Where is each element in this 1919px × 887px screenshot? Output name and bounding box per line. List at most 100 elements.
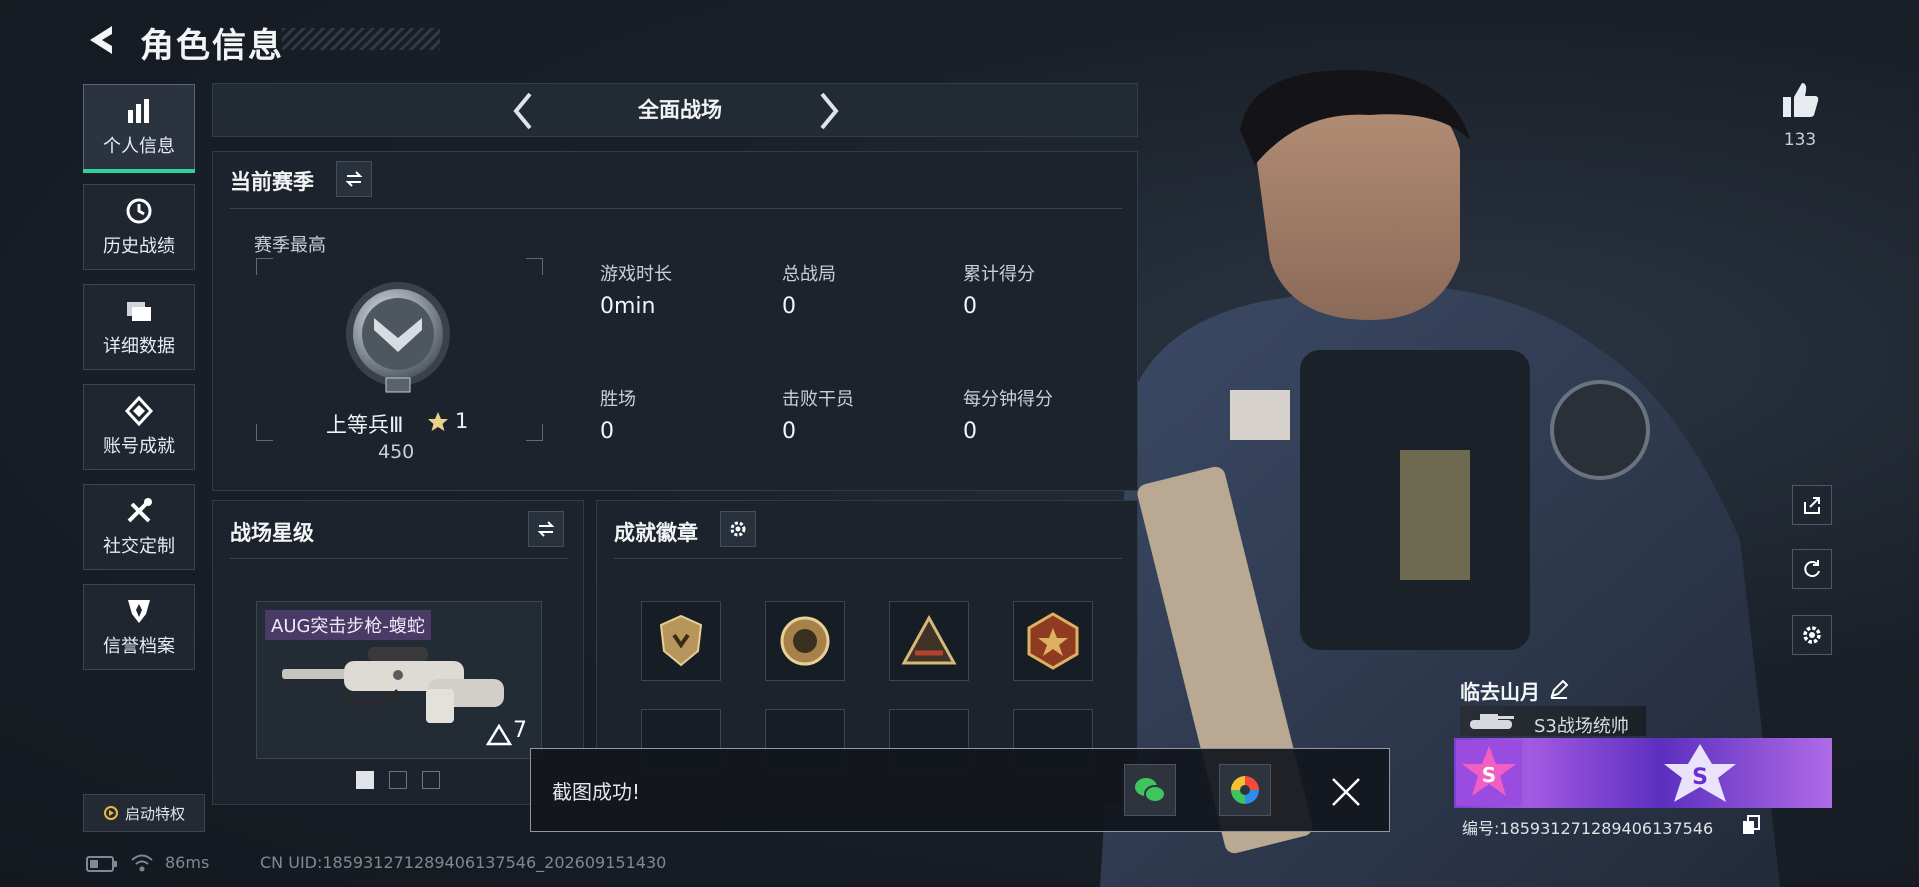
wechat-icon — [1135, 778, 1166, 803]
sidebar-item-profile[interactable]: 个人信息 — [83, 84, 195, 170]
badges-settings-button[interactable] — [720, 511, 756, 547]
rank-name: 上等兵Ⅲ — [326, 413, 404, 437]
page-dot[interactable] — [389, 771, 407, 789]
ping-text: 86ms — [165, 853, 210, 872]
stat-label: 每分钟得分 — [963, 389, 1053, 410]
stat-value: 0 — [782, 419, 796, 444]
uid-text: CN UID:1859312712894061375​46_2026091514… — [260, 853, 667, 872]
settings-button[interactable] — [1792, 615, 1832, 655]
rotate-icon — [1804, 560, 1820, 578]
stat-value: 0 — [600, 419, 614, 444]
chevron-left-icon[interactable] — [508, 90, 538, 132]
player-title: S3战场统帅 — [1534, 716, 1629, 737]
page-title: 角色信息 — [140, 26, 284, 66]
weapon-level: 7 — [513, 718, 527, 743]
season-title: 当前赛季 — [230, 170, 314, 194]
gear-icon — [730, 521, 746, 537]
svg-text:S: S — [1692, 765, 1708, 790]
star-badge-icon — [1027, 612, 1079, 670]
sidebar-item-details[interactable]: 详细数据 — [83, 284, 195, 370]
sidebar-item-reputation[interactable]: 信誉档案 — [83, 584, 195, 670]
sidebar-item-achievements[interactable]: 账号成就 — [83, 384, 195, 470]
stat-value: 0 — [963, 419, 977, 444]
rifle-image — [282, 647, 504, 723]
gallery-icon — [1231, 776, 1259, 804]
stat-label: 累计得分 — [963, 264, 1035, 285]
weapon-name: AUG突击步枪-蝮蛇 — [265, 610, 431, 640]
star-level-divider — [230, 558, 568, 559]
active-indicator — [83, 169, 195, 173]
history-icon — [126, 198, 152, 224]
privilege-icon — [103, 806, 118, 820]
season-emblem-icon: S — [1664, 744, 1736, 802]
privilege-label: 启动特权 — [124, 804, 185, 823]
sidebar-item-history[interactable]: 历史战绩 — [83, 184, 195, 270]
stat-label: 总战局 — [782, 264, 836, 285]
share-icon — [1804, 497, 1820, 514]
stat-value: 0 — [963, 294, 977, 319]
season-logo-icon: S — [1456, 740, 1522, 806]
bar-chart-icon — [128, 99, 149, 123]
swap-icon — [537, 521, 555, 537]
share-wechat-button[interactable] — [1124, 764, 1176, 816]
folder-icon — [127, 302, 151, 321]
badge-slot[interactable] — [641, 601, 721, 681]
badge-slot[interactable] — [1013, 601, 1093, 681]
stat-label: 游戏时长 — [600, 264, 672, 285]
chevron-right-icon[interactable] — [814, 90, 844, 132]
badges-divider — [614, 558, 1122, 559]
sidebar-item-label: 历史战绩 — [103, 236, 175, 257]
share-button[interactable] — [1792, 485, 1832, 525]
player-name: 临去山月 — [1460, 680, 1540, 704]
sidebar-item-social[interactable]: 社交定制 — [83, 484, 195, 570]
svg-text:S: S — [1482, 763, 1496, 787]
sidebar-item-label: 信誉档案 — [103, 636, 175, 657]
page-dot[interactable] — [422, 771, 440, 789]
badge-slot[interactable] — [889, 601, 969, 681]
mode-label: 全面战场 — [638, 98, 722, 122]
edit-icon[interactable] — [1548, 678, 1570, 700]
rank-stars: 1 — [455, 409, 469, 433]
back-arrow-icon[interactable] — [84, 22, 120, 58]
achievement-icon — [124, 396, 154, 426]
level-icon — [486, 724, 512, 746]
star-level-title: 战场星级 — [230, 521, 314, 545]
frame-corner — [526, 258, 543, 275]
thumbs-up-icon[interactable] — [1780, 80, 1820, 120]
sidebar-item-label: 个人信息 — [103, 136, 175, 157]
stat-label: 击败干员 — [782, 389, 854, 410]
title-decoration — [282, 28, 440, 50]
stat-value: 0min — [600, 294, 656, 319]
shield-badge-icon — [659, 614, 703, 667]
privilege-button[interactable]: 启动特权 — [83, 794, 205, 832]
share-gallery-button[interactable] — [1219, 764, 1271, 816]
frame-corner — [256, 424, 273, 441]
copy-icon[interactable] — [1742, 815, 1760, 835]
rotate-button[interactable] — [1792, 549, 1832, 589]
star-level-switch-button[interactable] — [528, 511, 564, 547]
frame-corner — [526, 424, 543, 441]
medal-badge-icon — [780, 616, 830, 666]
stat-label: 胜场 — [600, 389, 636, 410]
tools-icon — [127, 498, 152, 523]
rank-score: 450 — [378, 441, 415, 463]
sidebar-item-label: 详细数据 — [103, 336, 175, 357]
swap-icon — [345, 171, 363, 187]
season-switch-button[interactable] — [336, 161, 372, 197]
star-icon — [428, 412, 448, 431]
rank-emblem-icon — [346, 282, 450, 393]
battery-icon — [86, 856, 117, 872]
season-divider — [230, 208, 1122, 209]
frame-corner — [256, 258, 273, 275]
stat-value: 0 — [782, 294, 796, 319]
wifi-icon — [131, 854, 153, 872]
badge-slot[interactable] — [765, 601, 845, 681]
sidebar-item-label: 账号成就 — [103, 436, 175, 457]
close-icon[interactable] — [1330, 776, 1362, 808]
badges-title: 成就徽章 — [614, 521, 698, 545]
sidebar-item-label: 社交定制 — [103, 536, 175, 557]
page-dot-active[interactable] — [356, 771, 374, 789]
gear-icon — [1803, 626, 1821, 644]
like-count: 133 — [1783, 130, 1817, 150]
triangle-badge-icon — [901, 615, 957, 665]
